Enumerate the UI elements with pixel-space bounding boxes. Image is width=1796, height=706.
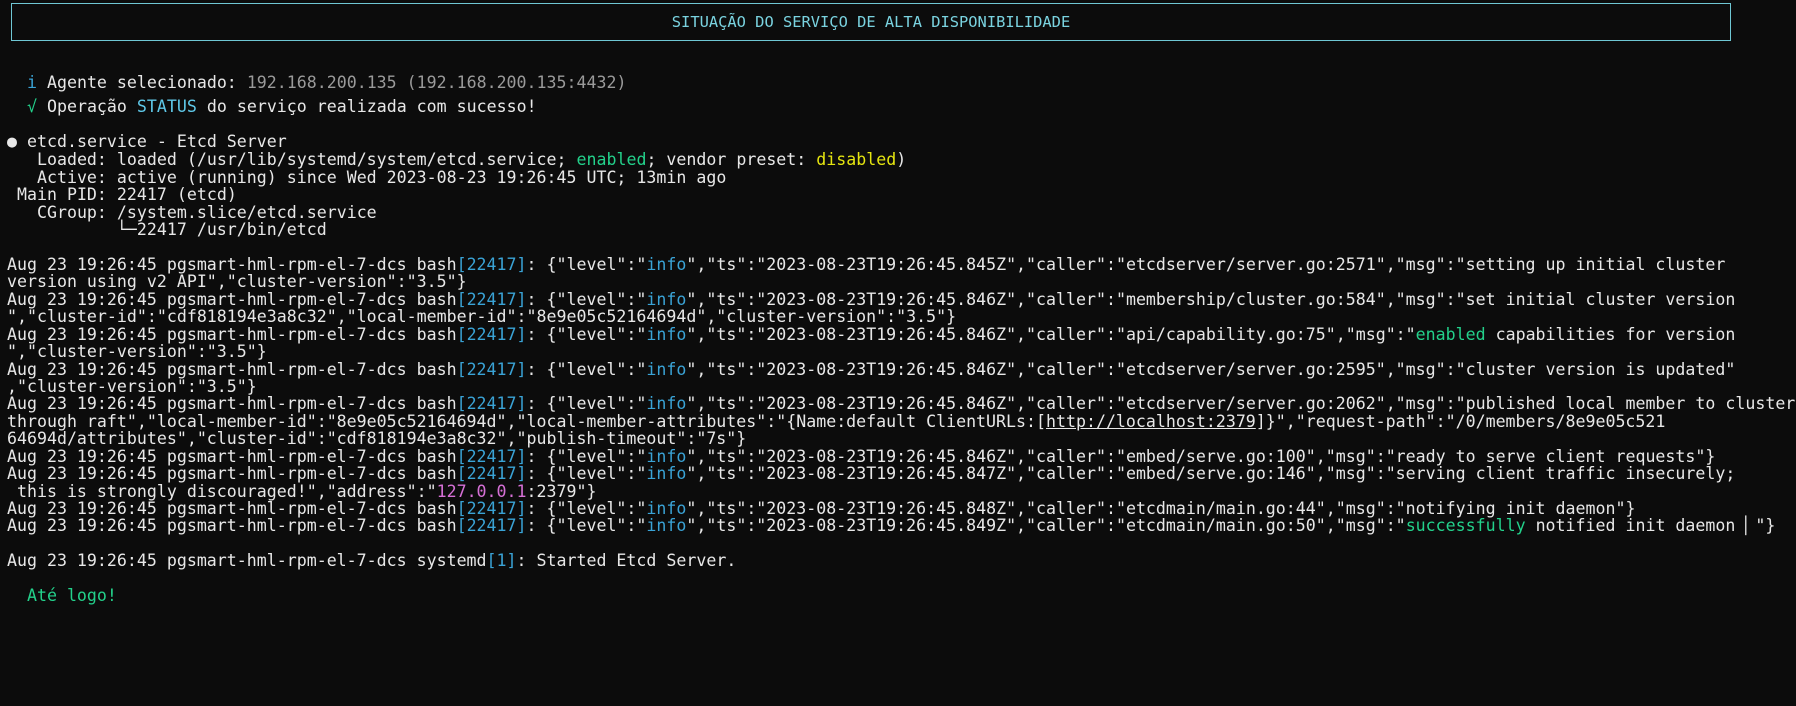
log-line: Aug 23 19:26:45 pgsmart-hml-rpm-el-7-dcs… xyxy=(7,394,1796,413)
cgroup-child-line: └─22417 /usr/bin/etcd xyxy=(7,220,327,240)
terminal-window[interactable]: SITUAÇÃO DO SERVIÇO DE ALTA DISPONIBILID… xyxy=(0,0,1796,706)
farewell-text: Até logo! xyxy=(26,586,117,605)
operation-line: √ Operação STATUS do serviço realizada c… xyxy=(7,97,537,117)
title-text: SITUAÇÃO DO SERVIÇO DE ALTA DISPONIBILID… xyxy=(671,13,1071,31)
localhost-link[interactable]: http://localhost:2379 xyxy=(1046,412,1256,431)
operation-keyword: STATUS xyxy=(136,97,197,116)
log-line-continuation: ","cluster-id":"cdf818194e3a8c32","local… xyxy=(7,307,957,326)
log-line: Aug 23 19:26:45 pgsmart-hml-rpm-el-7-dcs… xyxy=(7,360,1736,379)
cgroup-child: └─22417 /usr/bin/etcd xyxy=(116,220,327,239)
text-cursor-icon: ▏ xyxy=(1745,516,1756,535)
pid-label: Main PID: xyxy=(17,185,107,204)
log-line-continuation: ","cluster-version":"3.5"} xyxy=(7,342,267,361)
operation-before: Operação xyxy=(46,97,127,116)
loaded-mid: ; vendor preset: xyxy=(646,150,807,169)
operation-after: do serviço realizada com sucesso! xyxy=(206,97,537,116)
pid-value: 22417 (etcd) xyxy=(116,185,237,204)
loaded-enabled: enabled xyxy=(576,150,647,169)
loaded-label: Loaded: xyxy=(36,150,107,169)
loaded-disabled: disabled xyxy=(816,150,897,169)
pid-line: Main PID: 22417 (etcd) xyxy=(7,185,237,205)
check-icon: √ xyxy=(26,97,37,116)
log-line: Aug 23 19:26:45 pgsmart-hml-rpm-el-7-dcs… xyxy=(7,464,1736,483)
service-name-line: ● etcd.service - Etcd Server xyxy=(7,132,287,152)
loaded-post: ) xyxy=(896,150,907,169)
farewell-line: Até logo! xyxy=(7,586,117,606)
service-bullet-icon: ● xyxy=(7,132,17,151)
agent-line: i Agente selecionado: 192.168.200.135 (1… xyxy=(7,73,626,93)
agent-value: 192.168.200.135 (192.168.200.135:4432) xyxy=(246,73,627,92)
info-icon: i xyxy=(26,73,37,92)
log-line-continuation: 64694d/attributes","cluster-id":"cdf8181… xyxy=(7,429,747,448)
service-name: etcd.service - Etcd Server xyxy=(27,132,287,151)
loaded-pre: loaded (/usr/lib/systemd/system/etcd.ser… xyxy=(116,150,567,169)
loaded-line: Loaded: loaded (/usr/lib/systemd/system/… xyxy=(7,150,906,170)
title-banner: SITUAÇÃO DO SERVIÇO DE ALTA DISPONIBILID… xyxy=(11,3,1731,41)
agent-label: Agente selecionado: xyxy=(46,73,237,92)
log-line-continuation: version using v2 API","cluster-version":… xyxy=(7,272,467,291)
systemd-line: Aug 23 19:26:45 pgsmart-hml-rpm-el-7-dcs… xyxy=(7,551,737,570)
log-line: Aug 23 19:26:45 pgsmart-hml-rpm-el-7-dcs… xyxy=(7,516,1776,535)
